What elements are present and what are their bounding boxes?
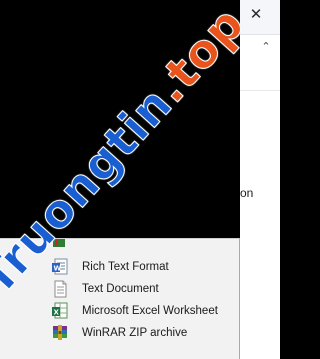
excel-worksheet-icon: X [52,302,68,319]
menu-item-label: Microsoft Excel Worksheet [82,305,218,317]
text-document-icon [54,280,67,298]
menu-item-label: Text Document [82,283,159,295]
ribbon-divider [240,90,280,91]
context-menu-item-truncated[interactable]: on [240,186,280,200]
menu-item-excel-worksheet[interactable]: X Microsoft Excel Worksheet [44,300,239,322]
menu-item-label: WinRAR ZIP archive [82,327,188,339]
menu-item-rich-text-format[interactable]: W Rich Text Format [44,256,239,278]
menu-item-text-document[interactable]: Text Document [44,278,239,300]
svg-text:X: X [54,309,60,317]
menu-item-label: Rich Text Format [82,261,169,273]
ribbon-expand-chevron-icon[interactable]: ⌃ [259,40,273,54]
winrar-zip-icon [53,325,67,340]
menu-item-winrar-zip-archive[interactable]: WinRAR ZIP archive [44,322,239,344]
